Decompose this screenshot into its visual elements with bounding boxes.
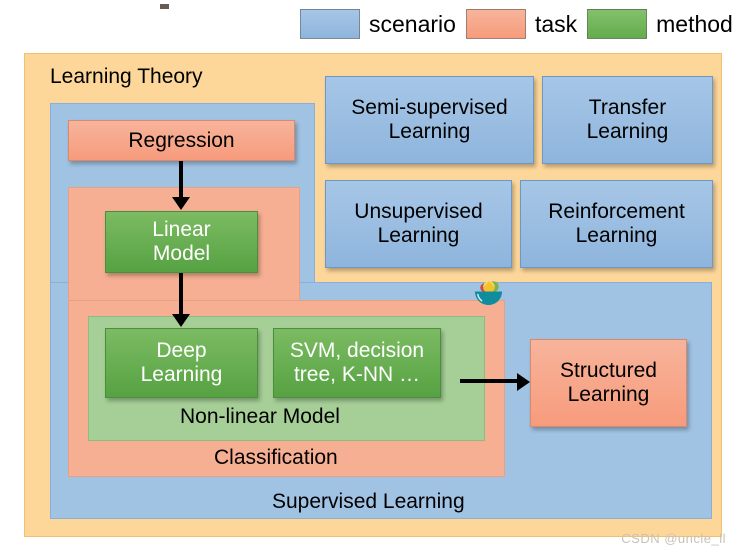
node-transfer-learning-label: Transfer Learning [586,96,669,143]
legend-swatch-red-icon [465,9,526,39]
node-semi-supervised-learning[interactable]: Semi-supervised Learning [325,76,534,164]
node-reinforcement-learning-label: Reinforcement Learning [548,200,685,247]
legend: scenario task method [300,6,733,42]
node-transfer-learning[interactable]: Transfer Learning [542,76,713,164]
node-regression[interactable]: Regression [68,120,295,161]
legend-item-method: method [587,9,733,39]
supervised-learning-label: Supervised Learning [272,490,465,513]
node-semi-supervised-label: Semi-supervised Learning [351,96,508,143]
arrow-linear-to-deep-shaft [179,273,183,317]
node-unsupervised-learning-label: Unsupervised Learning [354,200,483,247]
node-deep-learning[interactable]: Deep Learning [105,328,258,398]
node-reinforcement-learning[interactable]: Reinforcement Learning [520,180,713,268]
node-linear-model-label: Linear Model [152,218,211,265]
arrow-linear-to-deep-head [172,314,190,327]
legend-item-scenario: scenario [300,9,456,39]
legend-label-task: task [534,10,578,37]
arrow-regression-to-linear-shaft [179,161,183,200]
nonlinear-model-label: Non-linear Model [180,405,340,428]
node-unsupervised-learning[interactable]: Unsupervised Learning [325,180,512,268]
image-artifact [160,4,169,9]
arrow-regression-to-linear-head [172,197,190,210]
legend-label-method: method [656,10,733,37]
node-svm-decision-tree-knn[interactable]: SVM, decision tree, K-NN … [273,328,441,398]
node-regression-label: Regression [128,128,235,152]
legend-swatch-blue-icon [300,9,360,39]
classification-label: Classification [214,446,338,469]
node-structured-learning[interactable]: Structured Learning [530,339,687,427]
watermark: CSDN @uncle_ll [621,531,726,546]
learning-theory-title: Learning Theory [50,65,203,88]
diagram-canvas: scenario task method Learning Theory Reg… [0,0,738,552]
bowl-of-food-icon [474,281,503,306]
arrow-nonlinear-to-structured-head [517,373,530,391]
legend-label-scenario: scenario [369,10,456,37]
legend-item-task: task [465,9,578,39]
node-structured-learning-label: Structured Learning [560,359,657,406]
node-svm-label: SVM, decision tree, K-NN … [289,339,425,386]
node-deep-learning-label: Deep Learning [140,339,223,386]
arrow-nonlinear-to-structured-shaft [460,379,524,383]
legend-swatch-green-icon [587,9,648,39]
node-linear-model[interactable]: Linear Model [105,211,258,273]
